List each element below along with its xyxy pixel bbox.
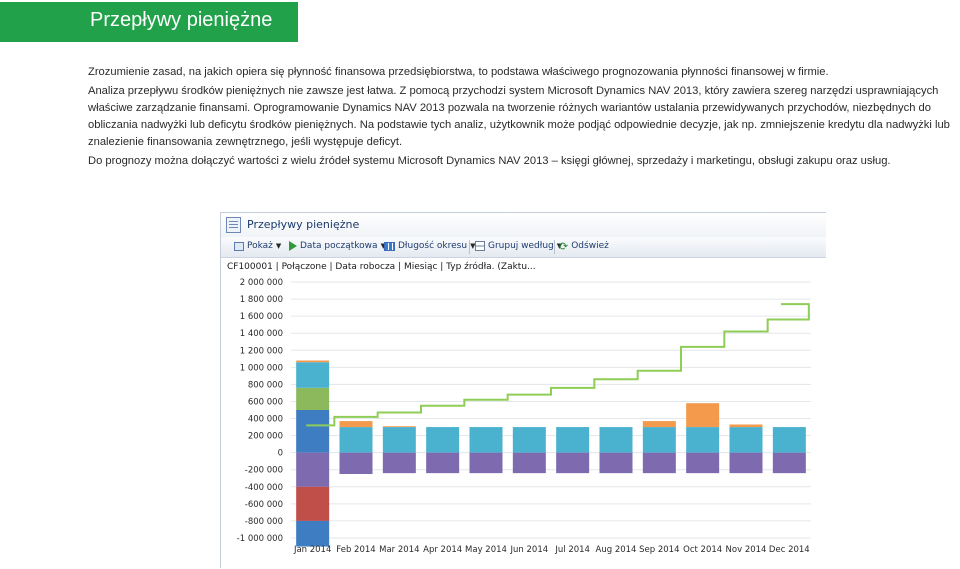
bar-segment bbox=[339, 427, 373, 453]
nav-screenshot-window: Przepływy pieniężne Pokaż ▼ Data początk… bbox=[220, 212, 826, 568]
cash-flow-chart: 2 000 000 1 800 000 1 600 000 1 400 000 1 20… bbox=[237, 278, 811, 555]
bar-segment bbox=[296, 486, 330, 521]
bar-segment bbox=[469, 427, 503, 453]
bar-segment bbox=[642, 421, 676, 428]
bar-segment bbox=[469, 452, 503, 474]
bar-segment bbox=[426, 427, 460, 453]
x-tick-label: May 2014 bbox=[465, 545, 507, 555]
y-tick-label: -600 000 bbox=[245, 500, 283, 510]
bar-segment bbox=[729, 452, 763, 474]
bar-segment bbox=[382, 452, 416, 474]
bar-segment bbox=[296, 452, 330, 487]
bar-segment bbox=[642, 427, 676, 453]
x-tick-label: Oct 2014 bbox=[683, 545, 722, 555]
x-tick-label: Mar 2014 bbox=[379, 545, 419, 555]
y-tick-label: 800 000 bbox=[248, 380, 283, 390]
y-tick-label: 1 800 000 bbox=[240, 295, 283, 305]
page-title: Przepływy pieniężne bbox=[90, 9, 273, 31]
y-tick-label: -1 000 000 bbox=[237, 534, 283, 544]
x-tick-label: Jan 2014 bbox=[293, 545, 331, 555]
bar-segment bbox=[686, 427, 720, 453]
x-tick-label: Aug 2014 bbox=[596, 545, 637, 555]
y-tick-label: 2 000 000 bbox=[240, 278, 283, 288]
y-tick-label: 1 000 000 bbox=[240, 363, 283, 373]
bar-segment bbox=[382, 427, 416, 453]
y-tick-label: 200 000 bbox=[248, 432, 283, 442]
bar-segment bbox=[729, 424, 763, 428]
x-tick-label: Nov 2014 bbox=[726, 545, 767, 555]
bar-segment bbox=[296, 410, 330, 453]
y-tick-label: 1 400 000 bbox=[240, 329, 283, 339]
bar-segment bbox=[686, 452, 720, 474]
bar-segment bbox=[512, 452, 546, 474]
x-tick-label: Sep 2014 bbox=[639, 545, 679, 555]
bar-segment bbox=[642, 452, 676, 474]
bar-segment bbox=[382, 426, 416, 428]
y-tick-label: 1 600 000 bbox=[240, 312, 283, 322]
bar-segment bbox=[772, 452, 806, 474]
bar-segment bbox=[556, 452, 590, 474]
bar-segment bbox=[339, 452, 373, 474]
bar-segment bbox=[556, 427, 590, 453]
x-tick-label: Apr 2014 bbox=[423, 545, 462, 555]
bar-segment bbox=[686, 403, 720, 428]
y-tick-label: -400 000 bbox=[245, 483, 283, 493]
x-tick-label: Feb 2014 bbox=[336, 545, 375, 555]
x-tick-label: Jun 2014 bbox=[510, 545, 549, 555]
paragraph-1: Zrozumienie zasad, na jakich opiera się … bbox=[88, 66, 829, 78]
y-tick-label: -800 000 bbox=[245, 517, 283, 527]
paragraph-2: Analiza przepływu środków pieniężnych ni… bbox=[88, 85, 950, 148]
bar-segment bbox=[296, 520, 330, 547]
x-tick-label: Jul 2014 bbox=[554, 545, 590, 555]
x-tick-label: Dec 2014 bbox=[769, 545, 810, 555]
bar-segment bbox=[339, 421, 373, 428]
page-title-banner: Przepływy pieniężne bbox=[0, 2, 298, 42]
y-tick-label: 0 bbox=[278, 449, 283, 459]
bar-segment bbox=[296, 387, 330, 410]
bar-segment bbox=[426, 452, 460, 474]
bar-segment bbox=[599, 427, 633, 453]
bar-segment bbox=[512, 427, 546, 453]
bar-segment bbox=[599, 452, 633, 474]
bar-segment bbox=[296, 362, 330, 388]
bar-segment bbox=[296, 360, 330, 363]
body-text: Zrozumienie zasad, na jakich opiera się … bbox=[88, 64, 958, 172]
bar-segment bbox=[729, 427, 763, 453]
cumulative-step-line bbox=[306, 303, 810, 427]
paragraph-3: Do prognozy można dołączyć wartości z wi… bbox=[88, 155, 891, 167]
bar-segment bbox=[772, 427, 806, 453]
y-tick-label: 600 000 bbox=[248, 397, 283, 407]
y-tick-label: 400 000 bbox=[248, 415, 283, 425]
y-tick-label: -200 000 bbox=[245, 466, 283, 476]
y-tick-label: 1 200 000 bbox=[240, 346, 283, 356]
